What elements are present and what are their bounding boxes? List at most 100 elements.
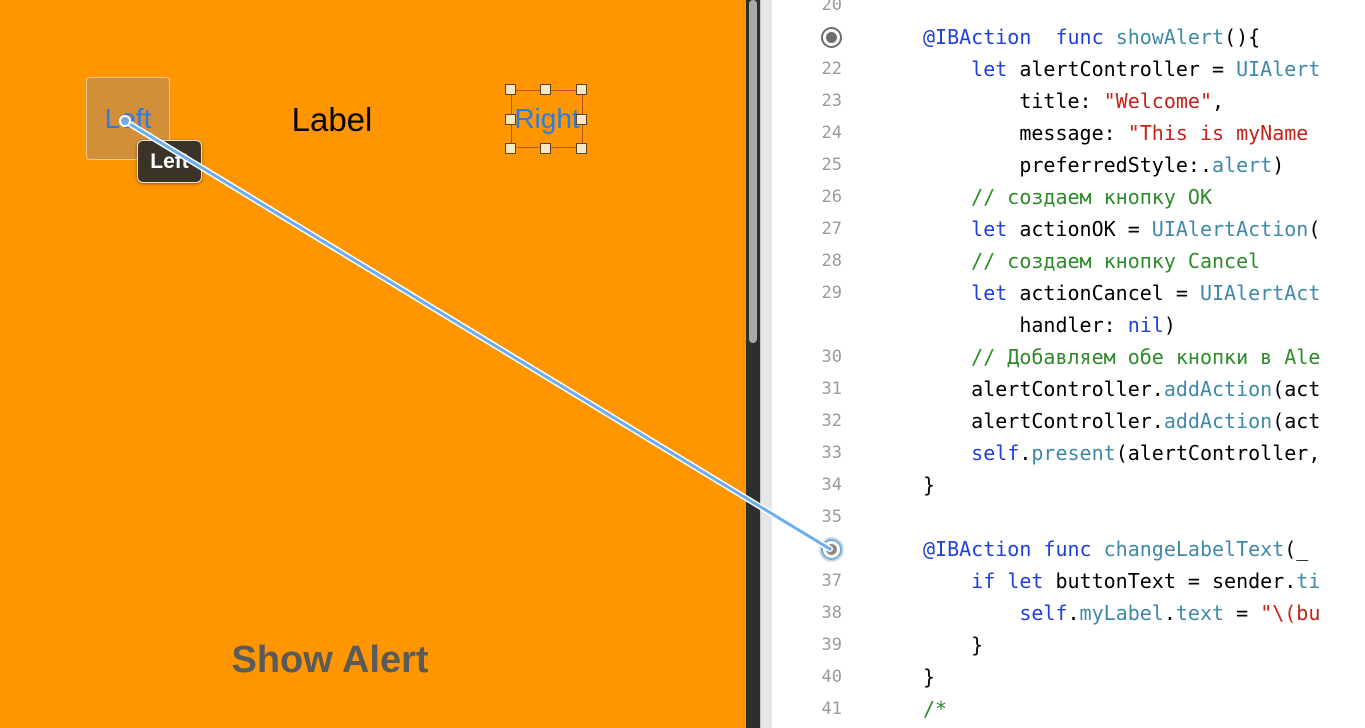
resize-handle-bottom-left[interactable] bbox=[505, 143, 516, 154]
code-token: let bbox=[971, 281, 1008, 305]
code-text: } bbox=[923, 629, 983, 661]
editor-splitter[interactable] bbox=[746, 0, 772, 728]
code-line[interactable]: 26 // создаем кнопку OK bbox=[772, 181, 1365, 213]
code-token: ti bbox=[1296, 569, 1321, 593]
line-number: 26 bbox=[821, 187, 842, 207]
code-token: nil bbox=[1127, 313, 1164, 337]
resize-handle-top-left[interactable] bbox=[505, 84, 516, 95]
right-button[interactable]: Right bbox=[511, 90, 583, 148]
code-line[interactable]: 41 /* bbox=[772, 693, 1365, 725]
canvas-scrollbar-thumb[interactable] bbox=[749, 0, 757, 343]
code-token: let bbox=[971, 57, 1008, 81]
code-token: message: bbox=[923, 121, 1128, 145]
code-line[interactable]: 35 bbox=[772, 501, 1365, 533]
code-token: (){ bbox=[1224, 25, 1261, 49]
code-token: alertController. bbox=[923, 377, 1164, 401]
code-token: "Welcome" bbox=[1103, 89, 1212, 113]
code-text: @IBAction func showAlert(){ bbox=[923, 21, 1260, 53]
code-text: alertController.addAction(act bbox=[923, 405, 1320, 437]
code-text: self.present(alertController, bbox=[923, 437, 1320, 469]
resize-handle-bottom-right[interactable] bbox=[576, 143, 587, 154]
code-token: "This is myName bbox=[1127, 121, 1309, 145]
code-editor[interactable]: 20 @IBAction func showAlert(){22 let aler… bbox=[772, 0, 1365, 728]
center-label[interactable]: Label bbox=[262, 97, 402, 143]
code-line[interactable]: 28 // создаем кнопку Cancel bbox=[772, 245, 1365, 277]
line-number: 32 bbox=[821, 411, 842, 431]
code-line[interactable]: 33 self.present(alertController, bbox=[772, 437, 1365, 469]
code-line[interactable]: 24 message: "This is myName bbox=[772, 117, 1365, 149]
code-token: @IBAction bbox=[923, 25, 1032, 49]
code-token: buttonText = sender. bbox=[1043, 569, 1297, 593]
code-line[interactable]: 39 } bbox=[772, 629, 1365, 661]
code-token: (alertController, bbox=[1115, 441, 1321, 465]
code-token: if bbox=[971, 569, 996, 593]
code-token: text bbox=[1175, 601, 1225, 625]
code-text: // Добавляем обе кнопки в Ale bbox=[923, 341, 1320, 373]
code-line[interactable]: 22 let alertController = UIAlert bbox=[772, 53, 1365, 85]
resize-handle-top[interactable] bbox=[540, 84, 551, 95]
code-token: // создаем кнопку Cancel bbox=[971, 249, 1261, 273]
code-line[interactable]: 20 bbox=[772, 0, 1365, 21]
storyboard-canvas[interactable]: Left Label Right Show Alert Left bbox=[0, 0, 746, 728]
code-token: . bbox=[1019, 441, 1032, 465]
code-token: "\(bu bbox=[1260, 601, 1321, 625]
code-token: actionCancel = bbox=[1007, 281, 1200, 305]
resize-handle-left[interactable] bbox=[505, 114, 516, 125]
line-number: 20 bbox=[821, 0, 842, 15]
resize-handle-bottom[interactable] bbox=[540, 143, 551, 154]
code-line[interactable]: 31 alertController.addAction(act bbox=[772, 373, 1365, 405]
code-token: = bbox=[1224, 601, 1261, 625]
code-line[interactable]: @IBAction func showAlert(){ bbox=[772, 21, 1365, 53]
code-line[interactable]: 25 preferredStyle:.alert) bbox=[772, 149, 1365, 181]
code-token: changeLabelText bbox=[1103, 537, 1285, 561]
code-text: let actionOK = UIAlertAction( bbox=[923, 213, 1320, 245]
line-number: 28 bbox=[821, 251, 842, 271]
code-token: (act bbox=[1272, 377, 1321, 401]
code-line[interactable]: 29 let actionCancel = UIAlertAct bbox=[772, 277, 1365, 309]
editor-left-border bbox=[760, 0, 772, 728]
code-line[interactable]: 30 // Добавляем обе кнопки в Ale bbox=[772, 341, 1365, 373]
code-line[interactable]: 32 alertController.addAction(act bbox=[772, 405, 1365, 437]
code-token: UIAlert bbox=[1236, 57, 1321, 81]
drag-tooltip: Left bbox=[137, 140, 202, 183]
show-alert-button[interactable]: Show Alert bbox=[180, 632, 480, 688]
code-token: (act bbox=[1272, 409, 1321, 433]
outlet-connection-icon[interactable] bbox=[821, 27, 842, 48]
line-number: 24 bbox=[821, 123, 842, 143]
resize-handle-right[interactable] bbox=[576, 114, 587, 125]
code-line[interactable]: 37 if let buttonText = sender.ti bbox=[772, 565, 1365, 597]
right-button-title: Right bbox=[514, 103, 580, 134]
code-token: addAction bbox=[1163, 409, 1273, 433]
code-token: } bbox=[923, 665, 936, 689]
code-line[interactable]: 27 let actionOK = UIAlertAction( bbox=[772, 213, 1365, 245]
line-number: 30 bbox=[821, 347, 842, 367]
resize-handle-top-right[interactable] bbox=[576, 84, 587, 95]
code-text: } bbox=[923, 661, 935, 693]
code-token: UIAlertAction bbox=[1151, 217, 1309, 241]
outlet-connection-icon[interactable] bbox=[821, 539, 842, 560]
line-number: 27 bbox=[821, 219, 842, 239]
code-token: } bbox=[923, 633, 984, 657]
code-text: handler: nil) bbox=[923, 309, 1176, 341]
line-number: 22 bbox=[821, 59, 842, 79]
code-token: UIAlertAct bbox=[1199, 281, 1321, 305]
code-token: actionOK = bbox=[1007, 217, 1152, 241]
code-line[interactable]: 40} bbox=[772, 661, 1365, 693]
code-text: preferredStyle:.alert) bbox=[923, 149, 1284, 181]
code-line[interactable]: @IBAction func changeLabelText(_ bbox=[772, 533, 1365, 565]
code-line[interactable]: 38 self.myLabel.text = "\(bu bbox=[772, 597, 1365, 629]
code-token: let bbox=[971, 217, 1008, 241]
code-token: . bbox=[1163, 601, 1176, 625]
code-line[interactable]: 34} bbox=[772, 469, 1365, 501]
code-line[interactable]: 23 title: "Welcome", bbox=[772, 85, 1365, 117]
code-line[interactable]: handler: nil) bbox=[772, 309, 1365, 341]
code-token: alert bbox=[1211, 153, 1273, 177]
code-token: . bbox=[1067, 601, 1080, 625]
line-number: 23 bbox=[821, 91, 842, 111]
